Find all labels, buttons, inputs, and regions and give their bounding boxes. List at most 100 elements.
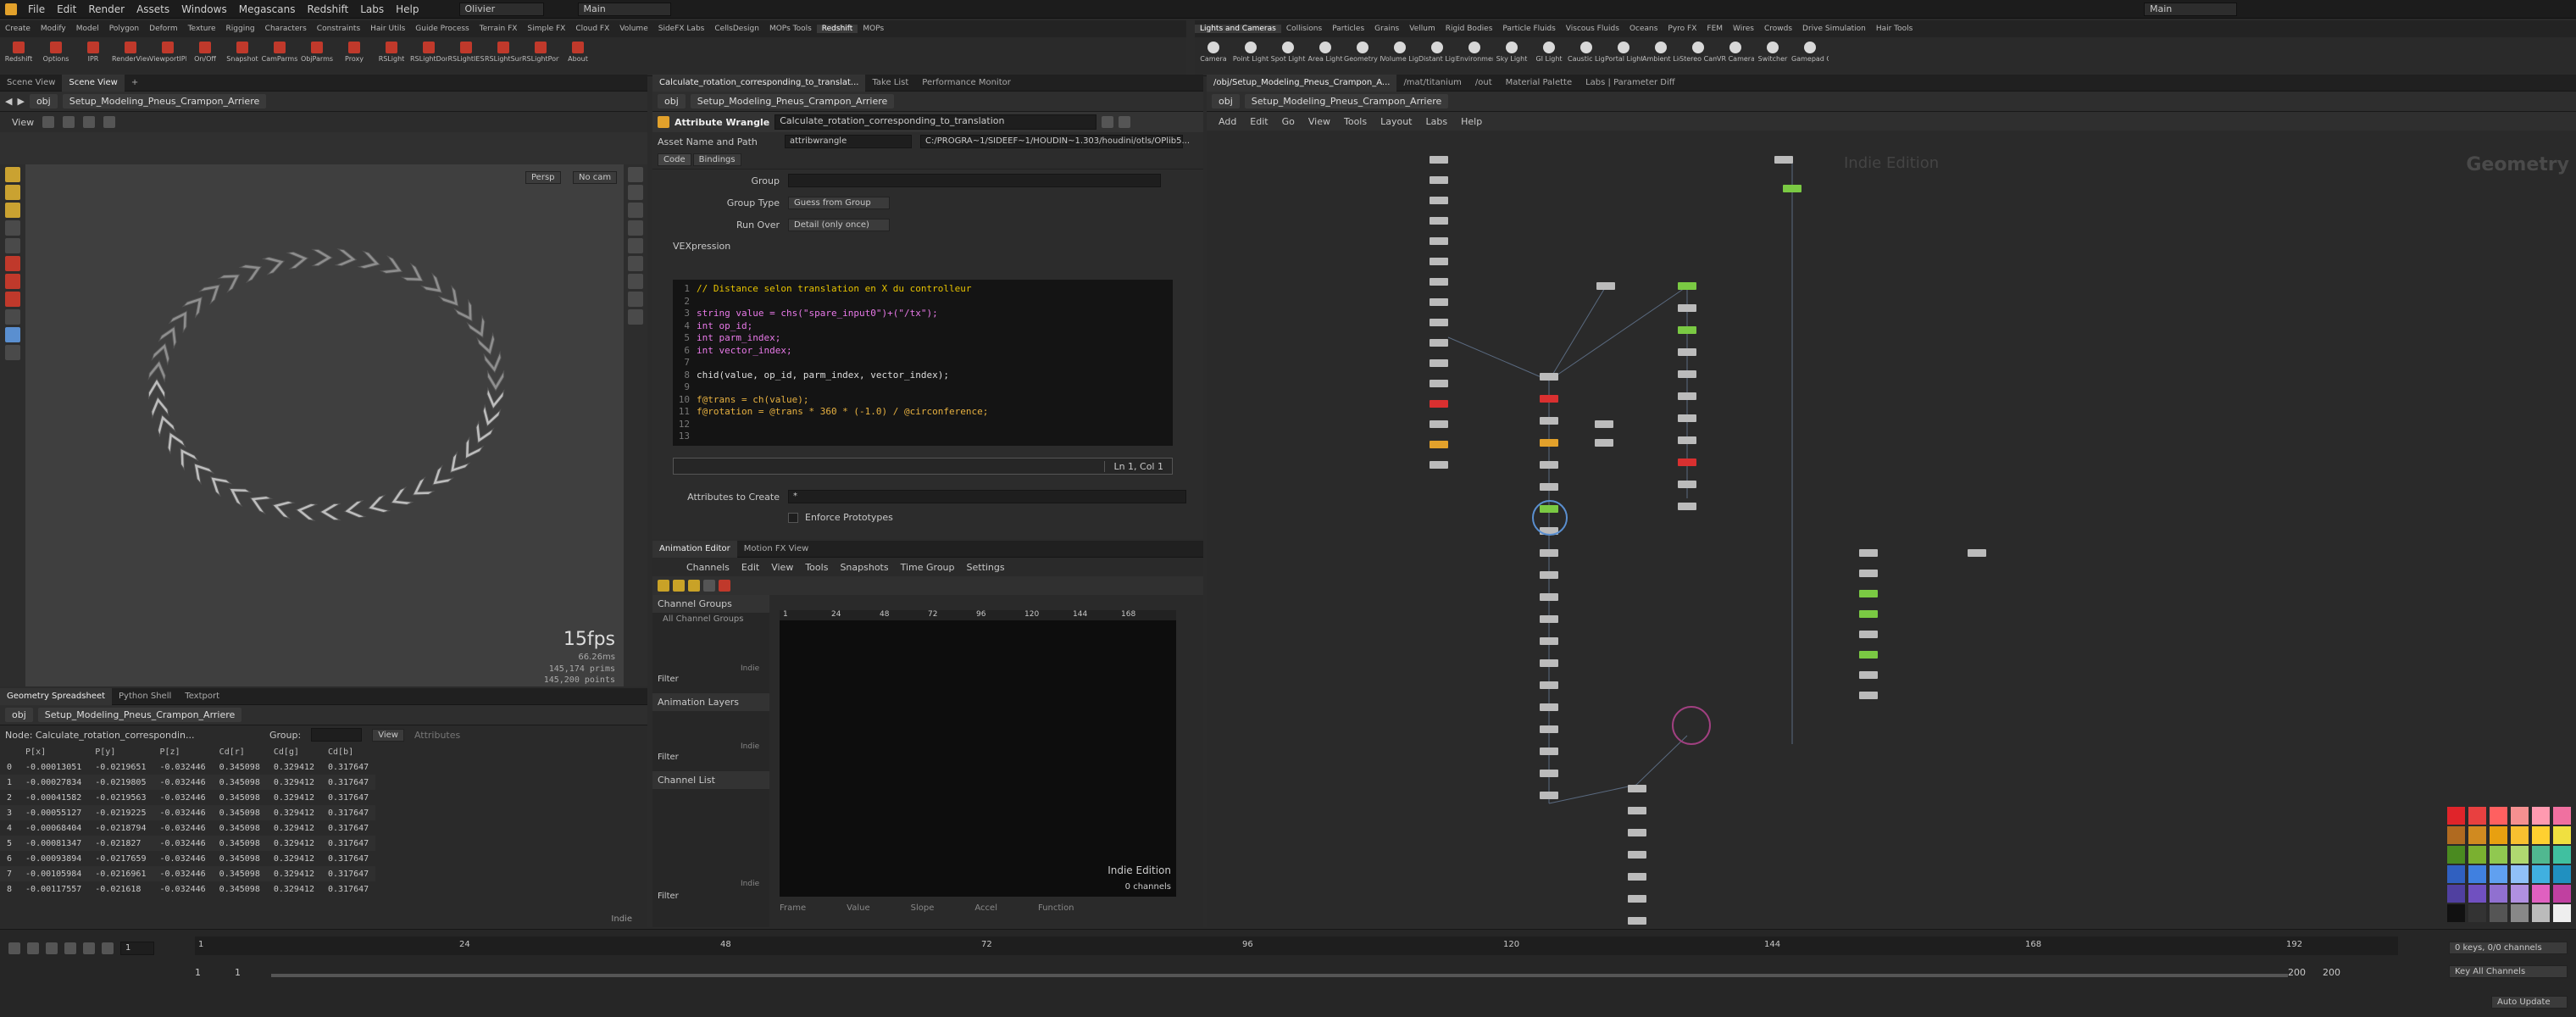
shelf_left-tool[interactable]: Proxy [336, 40, 373, 63]
column-header[interactable]: P[z] [153, 744, 212, 759]
snap-keys-icon[interactable] [703, 580, 715, 592]
shelf_left-tab[interactable]: Volume [614, 25, 652, 33]
network-node[interactable] [1430, 176, 1448, 184]
color-swatch[interactable] [2511, 807, 2529, 825]
network-node[interactable] [1430, 197, 1448, 204]
jump-start-icon[interactable] [8, 942, 20, 954]
shelf_left-tab[interactable]: Polygon [104, 25, 144, 33]
shelf_left-tool[interactable]: RSLightPortal [522, 40, 559, 63]
network-node[interactable] [1540, 792, 1558, 799]
network-node[interactable] [1859, 651, 1878, 659]
color-swatch[interactable] [2532, 846, 2550, 864]
column-header[interactable] [0, 744, 19, 759]
network-node[interactable] [1540, 571, 1558, 579]
network-node[interactable] [1430, 278, 1448, 286]
shelf_left-tab[interactable]: Characters [260, 25, 312, 33]
network-node[interactable] [1540, 637, 1558, 645]
shelf_right-tab[interactable]: Viscous Fluids [1561, 25, 1624, 33]
network-graph[interactable] [1207, 75, 2576, 927]
tab-geometry-spreadsheet[interactable]: Geometry Spreadsheet [0, 687, 113, 705]
shelf_left-tool[interactable]: Snapshot [224, 40, 261, 63]
network-node[interactable] [1859, 570, 1878, 577]
shelf_right-tab[interactable]: Vellum [1404, 25, 1440, 33]
menu-redshift[interactable]: Redshift [302, 3, 355, 15]
asset-path-field[interactable]: C:/PROGRA~1/SIDEEF~1/HOUDIN~1.303/houdin… [920, 135, 1190, 148]
attr-create-field[interactable]: * [788, 490, 1186, 503]
tab-bindings[interactable]: Bindings [692, 153, 741, 166]
persp-button[interactable]: Persp [525, 171, 561, 184]
shelf_right-tab[interactable]: Particle Fluids [1497, 25, 1560, 33]
shelf_right-tool[interactable]: Portal Light [1605, 40, 1642, 63]
color-swatch[interactable] [2532, 904, 2550, 922]
shelf_left-tool[interactable]: IPR [75, 40, 112, 63]
menu-edit[interactable]: Edit [51, 3, 82, 15]
shelf_left-tab[interactable]: Create [0, 25, 36, 33]
network-node[interactable] [1540, 659, 1558, 667]
tab-scene-view-1[interactable]: Scene View [0, 75, 62, 92]
color-swatch[interactable] [2532, 885, 2550, 903]
network-node[interactable] [1628, 873, 1646, 881]
shelf_left-tool[interactable]: RenderView [112, 40, 149, 63]
shelf_left-tab[interactable]: Guide Process [410, 25, 474, 33]
path-node[interactable]: Setup_Modeling_Pneus_Crampon_Arriere [62, 94, 267, 108]
stop-icon[interactable] [46, 942, 58, 954]
shelf_right-tool[interactable]: Gamepad Camera [1791, 40, 1829, 63]
3d-viewport[interactable]: Persp No cam 15fps 66.26ms 145,174 prims… [25, 164, 624, 686]
tab-animation-editor[interactable]: Animation Editor [652, 540, 737, 558]
render-region-icon[interactable] [5, 345, 20, 360]
shelf_right-tool[interactable]: Switcher [1754, 40, 1791, 63]
color-swatch[interactable] [2447, 807, 2465, 825]
network-node[interactable] [1430, 359, 1448, 367]
color-swatch[interactable] [2553, 807, 2571, 825]
network-node[interactable] [1540, 770, 1558, 777]
network-node[interactable] [1540, 505, 1558, 513]
shelf_right-tab[interactable]: Drive Simulation [1797, 25, 1871, 33]
network-node[interactable] [1678, 326, 1696, 334]
move-tool-icon[interactable] [5, 185, 20, 200]
tab-python-shell[interactable]: Python Shell [112, 688, 178, 705]
view-dropdown[interactable]: View [372, 728, 404, 742]
shelf_right-tool[interactable]: Sky Light [1493, 40, 1530, 63]
menu-render[interactable]: Render [82, 3, 130, 15]
menu-megascans[interactable]: Megascans [233, 3, 302, 15]
shelf_right-tool[interactable]: Volume Light [1381, 40, 1418, 63]
network-node[interactable] [1859, 671, 1878, 679]
anim-menu-item[interactable]: Time Group [901, 562, 955, 573]
jump-end-icon[interactable] [102, 942, 114, 954]
shelf_right-tool[interactable]: Area Light [1307, 40, 1344, 63]
color-swatch[interactable] [2511, 885, 2529, 903]
forward-arrow-icon[interactable]: ▶ [17, 96, 24, 107]
shelf_right-tool[interactable]: Caustic Light [1568, 40, 1605, 63]
shelf_right-tool[interactable]: Camera [1195, 40, 1232, 63]
network-node[interactable] [1540, 549, 1558, 557]
tangent-icon[interactable] [719, 580, 730, 592]
all-channel-groups[interactable]: All Channel Groups [652, 613, 769, 625]
network-node[interactable] [1540, 483, 1558, 491]
network-node[interactable] [1678, 503, 1696, 510]
network-node[interactable] [1540, 395, 1558, 403]
lighting-icon[interactable] [628, 185, 643, 200]
shelf_right-tool[interactable]: Geometry Light [1344, 40, 1381, 63]
anim-menu-item[interactable]: Snapshots [840, 562, 888, 573]
color-swatch[interactable] [2553, 826, 2571, 844]
network-node[interactable] [1678, 370, 1696, 378]
tab-textport[interactable]: Textport [178, 688, 226, 705]
network-node[interactable] [1678, 414, 1696, 422]
tab-code[interactable]: Code [658, 153, 691, 166]
network-node[interactable] [1783, 185, 1802, 192]
shelf_left-tab[interactable]: Terrain FX [475, 25, 523, 33]
network-node[interactable] [1859, 590, 1878, 597]
param-path-root[interactable]: obj [658, 94, 686, 108]
range-start-2[interactable]: 1 [235, 967, 241, 978]
network-node[interactable] [1678, 481, 1696, 488]
shelf_left-tab[interactable]: Hair Utils [365, 25, 410, 33]
color-swatch[interactable] [2468, 885, 2486, 903]
group-field[interactable] [311, 728, 363, 742]
network-node[interactable] [1628, 895, 1646, 903]
network-node[interactable] [1595, 439, 1613, 447]
shelf_left-tool[interactable]: ObjParms [298, 40, 336, 63]
color-swatch[interactable] [2447, 865, 2465, 883]
magnet-tool-icon[interactable] [5, 292, 20, 307]
grid-icon[interactable] [628, 309, 643, 325]
column-header[interactable]: Cd[g] [267, 744, 321, 759]
